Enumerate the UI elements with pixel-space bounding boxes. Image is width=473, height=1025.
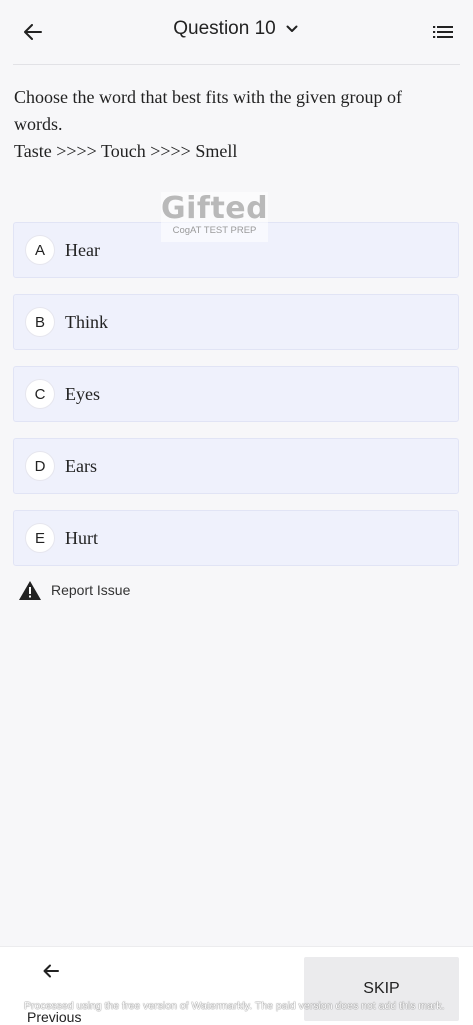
question-sequence: Taste >>>> Touch >>>> Smell bbox=[14, 141, 238, 161]
previous-button[interactable]: Previous bbox=[22, 961, 86, 1025]
question-selector[interactable]: Question 10 bbox=[0, 18, 473, 40]
bottom-navigation: Previous SKIP bbox=[0, 946, 473, 1025]
warning-icon bbox=[19, 580, 41, 600]
header-divider bbox=[13, 64, 460, 65]
chevron-down-icon bbox=[286, 22, 300, 36]
option-text: Ears bbox=[65, 456, 97, 476]
question-text: Choose the word that best fits with the … bbox=[14, 84, 454, 165]
option-d[interactable]: D Ears bbox=[13, 438, 459, 494]
question-prompt: Choose the word that best fits with the … bbox=[14, 87, 402, 134]
list-icon bbox=[433, 26, 453, 38]
option-c[interactable]: C Eyes bbox=[13, 366, 459, 422]
arrow-left-icon bbox=[43, 964, 59, 978]
option-text: Think bbox=[65, 312, 108, 332]
watermark-logo: Gifted CogAT TEST PREP bbox=[161, 192, 268, 242]
watermark-notice: Processed using the free version of Wate… bbox=[24, 1000, 445, 1012]
report-issue-button[interactable]: Report Issue bbox=[18, 579, 130, 601]
option-b[interactable]: B Think bbox=[13, 294, 459, 350]
option-letter: A bbox=[25, 235, 55, 265]
option-letter: D bbox=[25, 451, 55, 481]
answer-options: A Hear B Think C Eyes D Ears E Hurt bbox=[13, 222, 459, 582]
option-text: Hurt bbox=[65, 528, 98, 548]
watermark-logo-text: Gifted bbox=[161, 191, 269, 226]
option-e[interactable]: E Hurt bbox=[13, 510, 459, 566]
option-text: Hear bbox=[65, 240, 100, 260]
option-letter: C bbox=[25, 379, 55, 409]
question-list-button[interactable] bbox=[431, 20, 455, 44]
report-issue-label: Report Issue bbox=[51, 582, 131, 598]
option-text: Eyes bbox=[65, 384, 100, 404]
page-title: Question 10 bbox=[173, 18, 276, 39]
option-letter: E bbox=[25, 523, 55, 553]
watermark-subtitle: CogAT TEST PREP bbox=[172, 225, 257, 236]
top-app-bar: Question 10 bbox=[0, 0, 473, 64]
option-letter: B bbox=[25, 307, 55, 337]
